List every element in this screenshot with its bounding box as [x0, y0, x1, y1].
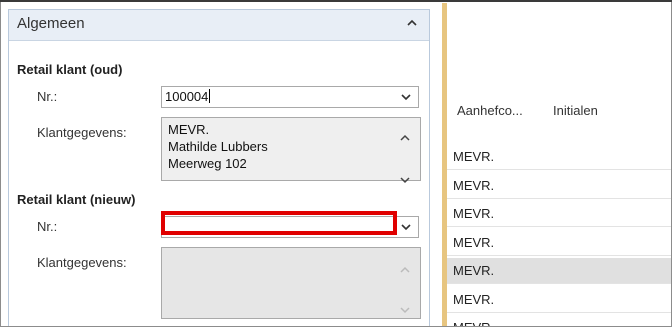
salutation-cell: MEVR. — [453, 291, 495, 307]
new-nr-label: Nr.: — [37, 219, 58, 234]
column-header-initials[interactable]: Initialen — [553, 103, 598, 118]
table-row[interactable]: MEVR. — [447, 287, 671, 313]
old-nr-dropdown[interactable]: 100004 — [161, 86, 419, 108]
old-details-lines: MEVR. Mathilde Lubbers Meerweg 102 — [168, 121, 268, 172]
panel-title: Algemeen — [17, 15, 85, 32]
column-header-salutation[interactable]: Aanhefco... — [457, 103, 523, 118]
panel-header[interactable]: Algemeen — [9, 10, 429, 41]
collapse-chevron-icon[interactable] — [407, 18, 417, 30]
salutation-cell: MEVR. — [453, 206, 495, 221]
table-row[interactable]: MEVR. — [447, 315, 671, 326]
old-details-label: Klantgegevens: — [37, 125, 127, 140]
chevron-down-icon[interactable] — [401, 93, 411, 103]
new-details-label: Klantgegevens: — [37, 255, 127, 270]
text-cursor — [209, 89, 211, 103]
table-row[interactable]: MEVR. — [447, 173, 671, 199]
highlight-box — [161, 211, 397, 235]
new-details-textarea — [161, 247, 421, 319]
old-nr-label: Nr.: — [37, 89, 58, 104]
old-details-line: Mathilde Lubbers — [168, 139, 268, 154]
old-customer-section-title: Retail klant (oud) — [17, 62, 123, 77]
salutation-cell: MEVR. — [453, 320, 494, 326]
scroll-down-icon[interactable] — [400, 172, 410, 184]
salutation-cell: MEVR. — [453, 263, 495, 278]
table-row[interactable]: MEVR. — [447, 144, 671, 170]
old-details-line: MEVR. — [168, 122, 210, 137]
scroll-up-icon — [400, 262, 410, 273]
table-row[interactable]: MEVR. — [447, 230, 671, 256]
window: Algemeen Retail klant (oud) Nr.: 100004 … — [0, 0, 672, 327]
old-details-textarea: MEVR. Mathilde Lubbers Meerweg 102 — [161, 117, 421, 184]
table-row[interactable]: MEVR. — [447, 258, 671, 284]
new-customer-section-title: Retail klant (nieuw) — [17, 192, 136, 207]
top-border — [0, 0, 672, 2]
salutation-cell: MEVR. — [453, 177, 495, 193]
scroll-up-icon[interactable] — [400, 130, 410, 141]
chevron-down-icon[interactable] — [401, 223, 411, 233]
table-row[interactable]: MEVR. — [447, 201, 671, 227]
salutation-cell: MEVR. — [453, 149, 495, 164]
salutation-cell: MEVR. — [453, 234, 495, 250]
old-nr-value: 100004 — [165, 89, 211, 104]
general-panel: Algemeen Retail klant (oud) Nr.: 100004 … — [8, 9, 430, 326]
old-details-line: Meerweg 102 — [168, 156, 247, 171]
customer-grid: Aanhefco... Initialen MEVR. MEVR. MEVR. MEV… — [447, 3, 671, 326]
scroll-down-icon — [400, 302, 410, 314]
